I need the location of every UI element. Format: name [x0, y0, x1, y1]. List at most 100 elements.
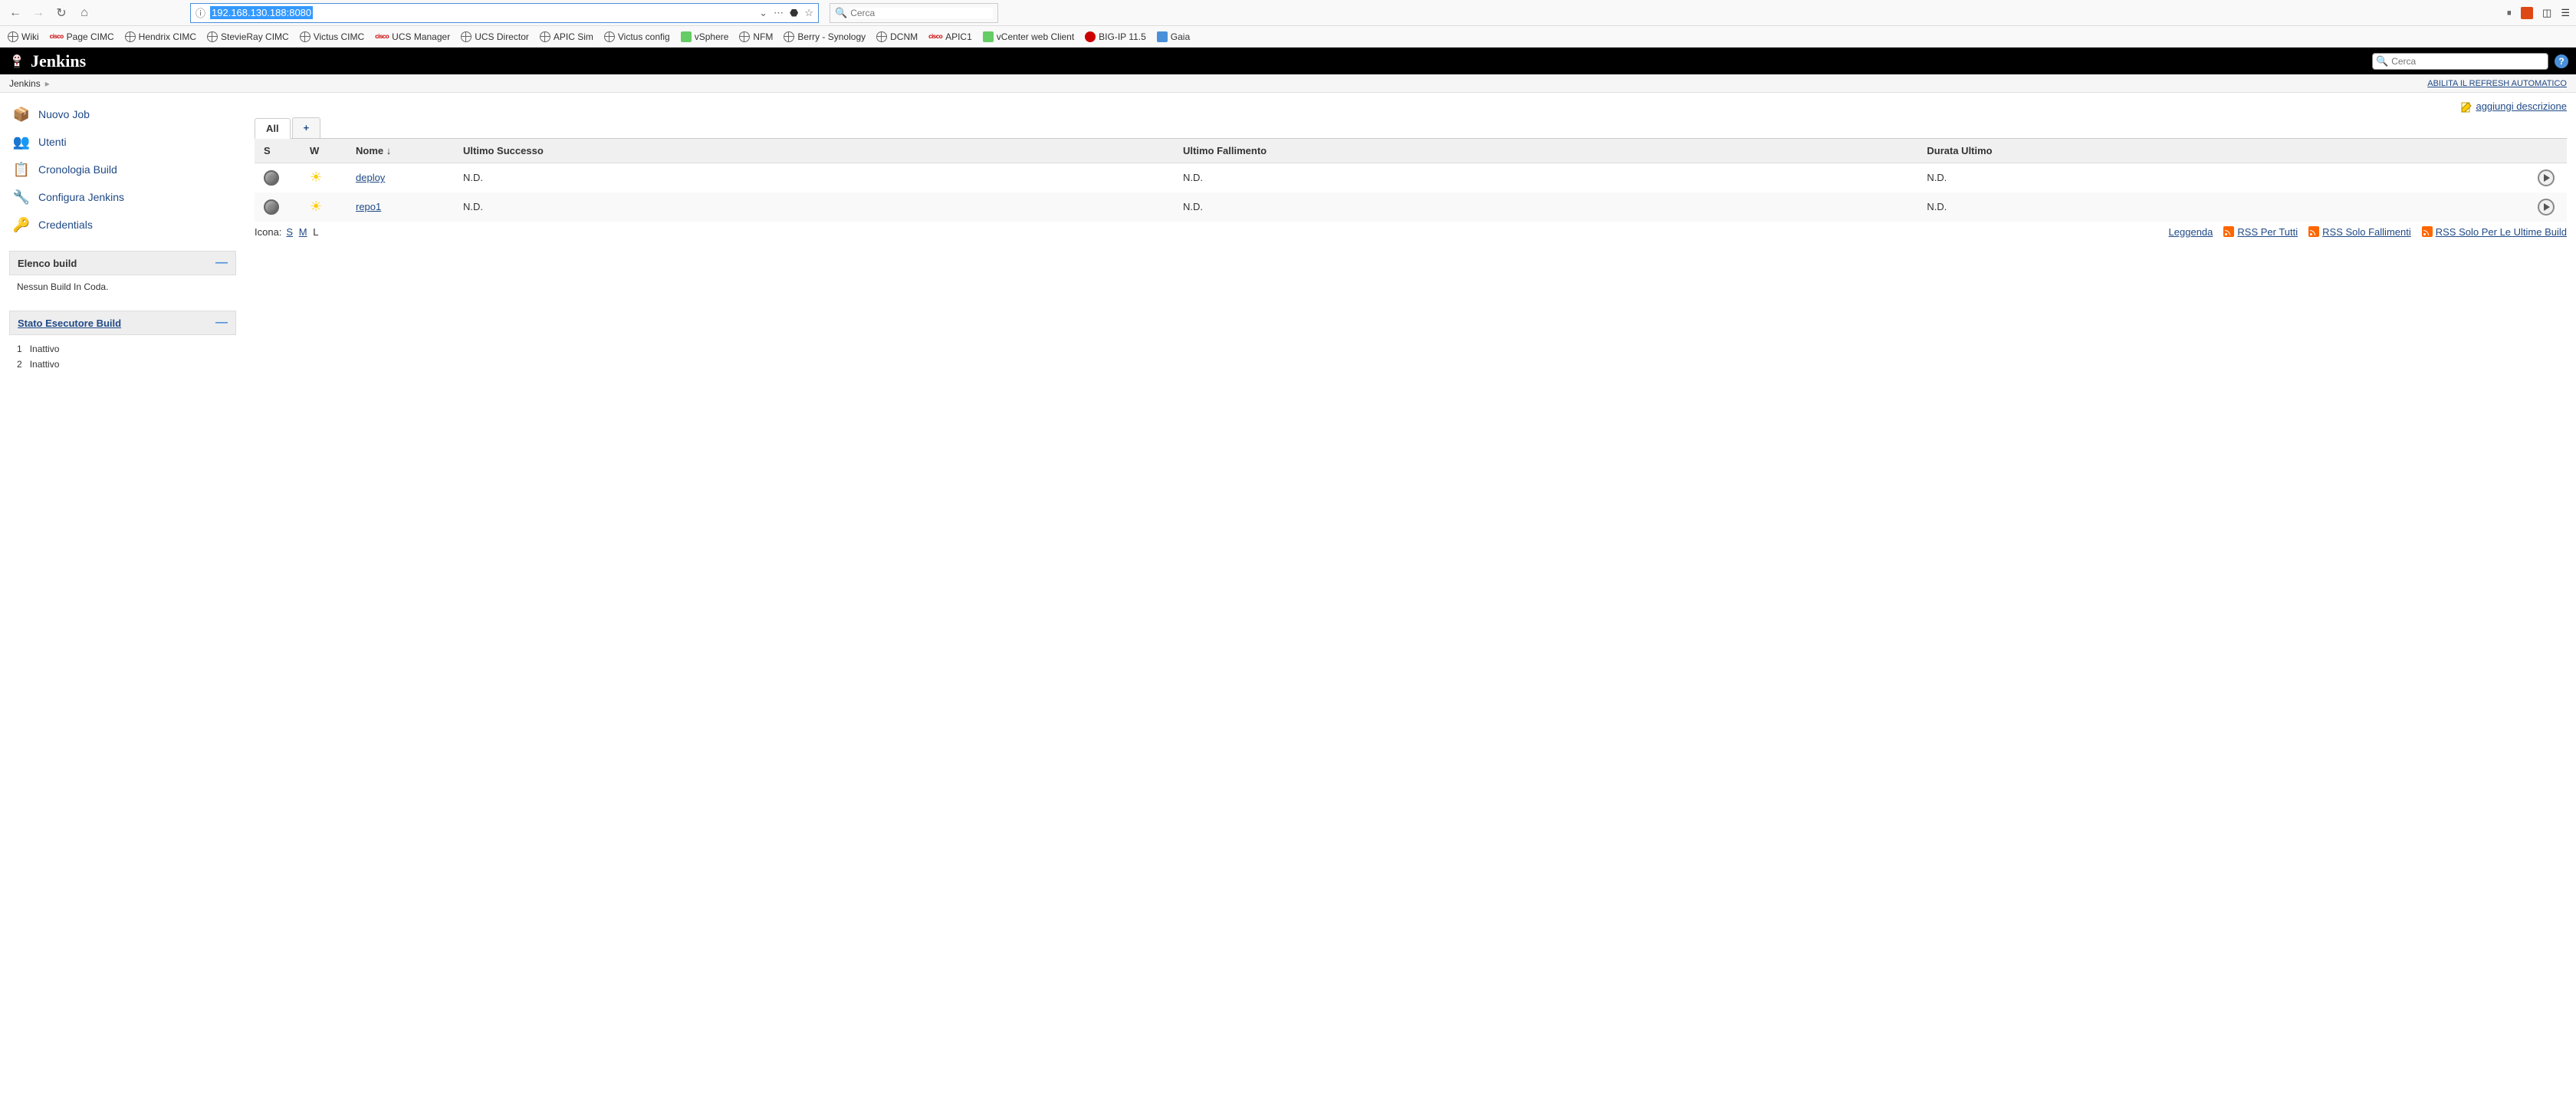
key-icon: 🔑	[12, 215, 31, 234]
rss-icon	[2223, 226, 2234, 237]
bookmark-apic1[interactable]: ciscoAPIC1	[928, 31, 972, 42]
sun-icon[interactable]: ☀	[310, 169, 322, 185]
menu-icon[interactable]: ☰	[2561, 7, 2570, 19]
icon-size-s[interactable]: S	[286, 226, 293, 238]
browser-search[interactable]: 🔍	[830, 3, 998, 23]
bookmark-ucs-director[interactable]: UCS Director	[461, 31, 529, 42]
bookmarks-bar: Wiki ciscoPage CIMC Hendrix CIMC StevieR…	[0, 26, 2576, 48]
bookmark-apic-sim[interactable]: APIC Sim	[540, 31, 593, 42]
legend-link[interactable]: Leggenda	[2169, 226, 2213, 238]
executor-title[interactable]: Stato Esecutore Build	[18, 317, 121, 329]
job-link[interactable]: repo1	[356, 201, 381, 212]
sidebar-configure[interactable]: 🔧Configura Jenkins	[9, 183, 236, 211]
search-icon: 🔍	[2376, 55, 2388, 67]
cisco-icon: cisco	[375, 33, 389, 40]
bookmark-victus-cimc[interactable]: Victus CIMC	[300, 31, 364, 42]
job-table: S W Nome ↓ Ultimo Successo Ultimo Fallim…	[255, 139, 2567, 222]
breadcrumb-jenkins[interactable]: Jenkins	[9, 78, 41, 89]
gaia-icon	[1157, 31, 1168, 42]
bookmark-vsphere[interactable]: vSphere	[681, 31, 729, 42]
jenkins-logo-icon	[8, 52, 26, 71]
build-button[interactable]	[2538, 199, 2555, 215]
edit-icon	[2461, 102, 2472, 113]
sun-icon[interactable]: ☀	[310, 199, 322, 214]
executor-body: 1Inattivo 2Inattivo	[9, 335, 236, 378]
sidebar: 📦Nuovo Job 👥Utenti 📋Cronologia Build 🔧Co…	[0, 93, 245, 386]
bookmark-ucs-manager[interactable]: ciscoUCS Manager	[375, 31, 450, 42]
status-ball-icon[interactable]	[264, 170, 279, 186]
icon-sizes: S M L	[284, 226, 320, 238]
help-icon[interactable]: ?	[2555, 54, 2568, 68]
build-button[interactable]	[2538, 169, 2555, 186]
tab-add[interactable]: +	[292, 117, 321, 138]
tab-all[interactable]: All	[255, 118, 291, 139]
sidebar-build-history[interactable]: 📋Cronologia Build	[9, 156, 236, 183]
home-button[interactable]: ⌂	[75, 4, 94, 22]
ubuntu-icon[interactable]	[2521, 7, 2533, 19]
pocket-icon[interactable]: ⬣	[790, 7, 798, 19]
jenkins-search-input[interactable]	[2391, 56, 2545, 67]
chevron-down-icon[interactable]: ⌄	[759, 7, 767, 19]
bookmark-nfm[interactable]: NFM	[739, 31, 773, 42]
url-bar[interactable]: ⓘ 192.168.130.188:8080 ⌄ ⋯ ⬣ ☆	[190, 3, 819, 23]
globe-icon	[739, 31, 750, 42]
rss-all-link[interactable]: RSS Per Tutti	[2223, 226, 2298, 238]
bookmark-page-cimc[interactable]: ciscoPage CIMC	[50, 31, 114, 42]
browser-search-input[interactable]	[850, 8, 993, 18]
forward-button[interactable]: →	[29, 4, 48, 22]
sidebar-users[interactable]: 👥Utenti	[9, 128, 236, 156]
bookmark-bigip[interactable]: BIG-IP 11.5	[1085, 31, 1146, 42]
rss-fail-link[interactable]: RSS Solo Fallimenti	[2308, 226, 2411, 238]
auto-refresh-link[interactable]: ABILITA IL REFRESH AUTOMATICO	[2427, 79, 2567, 88]
reload-button[interactable]: ↻	[52, 4, 71, 22]
jenkins-header: Jenkins 🔍 ?	[0, 48, 2576, 74]
info-icon[interactable]: ⓘ	[196, 5, 205, 20]
bookmark-vcenter[interactable]: vCenter web Client	[983, 31, 1074, 42]
build-queue-header: Elenco build —	[9, 251, 236, 275]
back-button[interactable]: ←	[6, 4, 25, 22]
icon-size-m[interactable]: M	[299, 226, 307, 238]
bookmark-wiki[interactable]: Wiki	[8, 31, 39, 42]
package-icon: 📦	[12, 105, 31, 123]
breadcrumb-separator: ▸	[45, 78, 50, 89]
jenkins-logo[interactable]: Jenkins	[8, 51, 86, 71]
bookmark-stevieray[interactable]: StevieRay CIMC	[207, 31, 289, 42]
status-ball-icon[interactable]	[264, 199, 279, 215]
cell-last-success: N.D.	[454, 163, 1174, 192]
col-last-success[interactable]: Ultimo Successo	[454, 139, 1174, 163]
cisco-icon: cisco	[928, 33, 942, 40]
table-row: ☀ repo1 N.D. N.D. N.D.	[255, 192, 2567, 222]
col-last-duration[interactable]: Durata Ultimo	[1917, 139, 2528, 163]
globe-icon	[125, 31, 136, 42]
globe-icon	[540, 31, 550, 42]
star-icon[interactable]: ☆	[804, 7, 813, 19]
collapse-icon[interactable]: —	[215, 256, 228, 270]
job-link[interactable]: deploy	[356, 172, 385, 183]
bookmark-gaia[interactable]: Gaia	[1157, 31, 1190, 42]
col-build	[2528, 139, 2567, 163]
library-icon[interactable]: ⏸	[2507, 7, 2512, 19]
bookmark-berry[interactable]: Berry - Synology	[784, 31, 866, 42]
cell-last-failure: N.D.	[1174, 163, 1917, 192]
collapse-icon[interactable]: —	[215, 316, 228, 330]
add-description-link[interactable]: aggiungi descrizione	[2476, 100, 2567, 112]
bookmark-hendrix[interactable]: Hendrix CIMC	[125, 31, 196, 42]
sidebar-icon[interactable]: ◫	[2542, 7, 2551, 19]
col-weather[interactable]: W	[301, 139, 347, 163]
rss-latest-link[interactable]: RSS Solo Per Le Ultime Build	[2422, 226, 2567, 238]
sidebar-credentials[interactable]: 🔑Credentials	[9, 211, 236, 239]
col-last-failure[interactable]: Ultimo Fallimento	[1174, 139, 1917, 163]
icon-label: Icona:	[255, 226, 281, 238]
rss-icon	[2308, 226, 2319, 237]
col-name[interactable]: Nome ↓	[347, 139, 454, 163]
jenkins-search-box[interactable]: 🔍	[2372, 53, 2548, 70]
table-header-row: S W Nome ↓ Ultimo Successo Ultimo Fallim…	[255, 139, 2567, 163]
sidebar-new-job[interactable]: 📦Nuovo Job	[9, 100, 236, 128]
history-icon: 📋	[12, 160, 31, 179]
build-queue-widget: Elenco build — Nessun Build In Coda.	[9, 251, 236, 298]
more-icon[interactable]: ⋯	[774, 7, 784, 19]
bookmark-dcnm[interactable]: DCNM	[876, 31, 918, 42]
col-status[interactable]: S	[255, 139, 301, 163]
bookmark-victus-config[interactable]: Victus config	[604, 31, 670, 42]
cisco-icon: cisco	[50, 33, 64, 40]
